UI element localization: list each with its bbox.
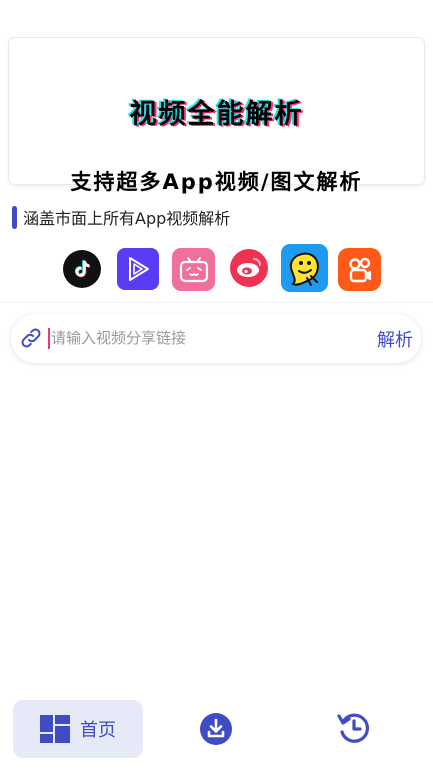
link-icon bbox=[21, 328, 41, 348]
weibo-icon[interactable] bbox=[230, 249, 268, 287]
douyin-icon[interactable] bbox=[63, 250, 101, 288]
section-accent-bar bbox=[12, 205, 17, 229]
section-divider bbox=[0, 302, 433, 303]
history-icon[interactable] bbox=[336, 710, 372, 746]
kuaishou-icon[interactable] bbox=[338, 248, 381, 291]
bilibili-tv-glyph bbox=[179, 256, 208, 282]
parse-button[interactable]: 解析 bbox=[377, 326, 413, 352]
douyin-note-glyph bbox=[74, 260, 91, 278]
weibo-eye-glyph bbox=[237, 258, 261, 277]
section-heading: 涵盖市面上所有App视频解析 bbox=[12, 205, 230, 229]
tab-home[interactable]: 首页 bbox=[13, 700, 143, 758]
banner-subtitle: 支持超多App视频/图文解析 bbox=[70, 170, 363, 194]
banner-title: 视频全能解析 bbox=[129, 99, 304, 130]
section-heading-text: 涵盖市面上所有App视频解析 bbox=[23, 209, 231, 228]
text-cursor bbox=[48, 328, 50, 349]
bilibili-icon[interactable] bbox=[172, 248, 215, 291]
platform-list bbox=[62, 244, 382, 292]
pipixia-icon[interactable] bbox=[281, 244, 328, 292]
search-bar: 解析 bbox=[11, 314, 421, 363]
dashboard-icon bbox=[40, 715, 70, 743]
download-icon[interactable] bbox=[199, 712, 233, 746]
video-play-icon[interactable] bbox=[117, 248, 159, 290]
banner-card: 视频全能解析 支持超多App视频/图文解析 bbox=[9, 38, 424, 194]
tab-home-label: 首页 bbox=[80, 720, 116, 741]
play-triangle-glyph bbox=[129, 257, 149, 281]
kuaishou-camera-glyph bbox=[348, 257, 371, 282]
bottom-tab-bar: 首页 bbox=[0, 694, 433, 771]
share-link-input[interactable] bbox=[51, 323, 366, 353]
pipixia-mascot-glyph bbox=[289, 252, 319, 286]
